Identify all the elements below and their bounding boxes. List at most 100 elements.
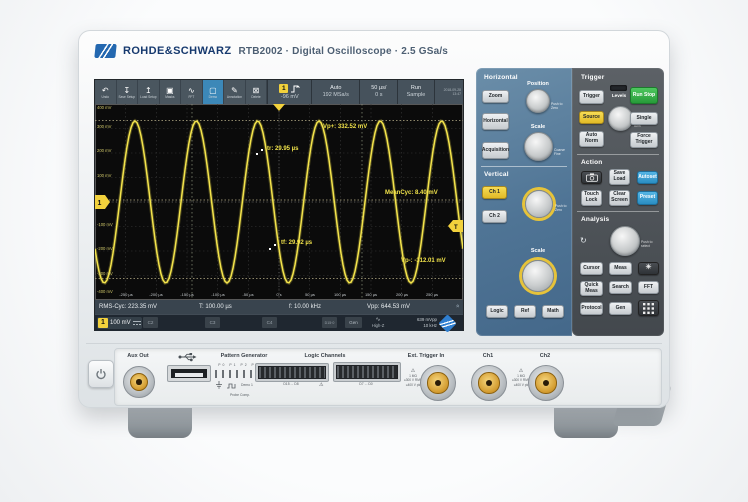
search-key[interactable]: Search [609, 281, 632, 294]
generator-mode: ∿ High-Z [367, 317, 389, 329]
x-axis-label: 50 µs [305, 292, 315, 297]
trigger-levels-label: Levels [611, 93, 627, 98]
delete-label: Delete [251, 94, 261, 99]
preset-key[interactable]: Preset [637, 191, 658, 205]
generator-tab[interactable]: Gen [345, 317, 362, 328]
save-setup-label: Save Setup [118, 94, 136, 99]
load-setup-icon[interactable]: ↥ Load Setup [138, 80, 160, 104]
trigger-position-marker[interactable] [273, 104, 285, 111]
delete-icon[interactable]: ⊠ Delete [245, 80, 268, 104]
cursor-key[interactable]: Cursor [580, 262, 603, 275]
acquisition-status-cell[interactable]: Auto 192 MSa/s [311, 80, 359, 104]
channel1-scale: 100 mV [110, 320, 131, 326]
horizontal-menu-key[interactable]: Horizontal [482, 113, 509, 130]
undo-label: Undo [101, 94, 110, 99]
trigger-menu-key[interactable]: Trigger [579, 90, 604, 104]
aux-out-label: Aux Out [127, 353, 149, 359]
channel1-badge: 1 [279, 84, 289, 93]
demo-glyph: ▢ [209, 85, 217, 95]
channel4-tab[interactable]: C4 [262, 317, 277, 328]
channel1-key[interactable]: Ch 1 [482, 186, 507, 199]
channel1-marker-label: 1 [98, 200, 102, 207]
annotation-rise-time: tr: 29.95 µs [267, 146, 299, 152]
square-wave-icon [227, 383, 236, 389]
intensity-key[interactable]: ☀ [638, 262, 659, 275]
d7-d0-label: D7 ... D0 [359, 382, 373, 386]
masks-icon[interactable]: ▣ Masks [159, 80, 182, 104]
zoom-key[interactable]: Zoom [482, 90, 509, 103]
vertical-scale-knob[interactable] [522, 260, 554, 292]
annotation-icon[interactable]: ✎ Annotation [224, 80, 246, 104]
channel1-tab[interactable]: 1 100 mV [97, 317, 142, 329]
auto-norm-key[interactable]: Auto Norm [579, 131, 604, 147]
ext-trigger-label: Ext. Trigger In [407, 353, 445, 359]
annotation-mean-cyc: MeanCyc: 8.40 mV [385, 190, 438, 196]
channel2-key[interactable]: Ch 2 [482, 210, 507, 223]
delete-glyph: ⊠ [252, 85, 260, 95]
channel3-tab[interactable]: C3 [205, 317, 220, 328]
timebase-status-cell[interactable]: 50 µs/ 0 s [359, 80, 397, 104]
y-axis-label: -400 mV [97, 289, 113, 294]
vertical-offset-knob[interactable] [525, 190, 553, 218]
touch-lock-key[interactable]: Touch Lock [581, 190, 602, 206]
logic-channels-tab[interactable]: D15·0 [322, 317, 337, 328]
trigger-source-key[interactable]: Source [579, 111, 604, 124]
horizontal-position-knob[interactable] [526, 89, 550, 113]
ref-key[interactable]: Ref [514, 305, 536, 318]
trigger-section-title: Trigger [581, 74, 605, 81]
measure-cursor-mark [261, 149, 263, 151]
save-load-key[interactable]: Save Load [609, 169, 630, 185]
navigation-knob[interactable] [610, 226, 640, 256]
acquisition-key[interactable]: Acquisition [482, 142, 509, 159]
undo-icon[interactable]: ↶ Undo [95, 80, 117, 104]
run-stop-key[interactable]: Run Stop [630, 87, 658, 104]
autoset-key[interactable]: Autoset [637, 171, 658, 184]
fft-key[interactable]: FFT [638, 281, 659, 294]
apps-key[interactable] [638, 300, 659, 316]
single-key[interactable]: Single [630, 112, 658, 125]
time-value: 13:47 [452, 92, 461, 96]
logic-key[interactable]: Logic [486, 305, 508, 318]
gen-key[interactable]: Gen [609, 302, 632, 315]
x-axis-label: 0 s [276, 292, 282, 297]
vertical-section-title: Vertical [484, 171, 509, 178]
d15-d8-label: D15 ... D8 [283, 382, 299, 386]
screen-toolbar: ↶ Undo ↧ Save Setup ↥ Load Setup ▣ Masks… [95, 80, 463, 104]
clear-screen-key[interactable]: Clear Screen [609, 190, 630, 206]
run-status-cell[interactable]: Run Sample [397, 80, 433, 104]
y-axis-label: 400 mV [97, 105, 112, 110]
waveform-graticule: 1 T 400 mV 300 mV 200 mV 100 mV -100 mV … [95, 104, 463, 300]
horizontal-scale-knob[interactable] [524, 132, 553, 161]
acq-mode-value: Sample [406, 92, 426, 98]
channel2-tab[interactable]: C2 [143, 317, 158, 328]
save-setup-icon[interactable]: ↧ Save Setup [116, 80, 139, 104]
protocol-key[interactable]: Protocol [580, 302, 603, 315]
math-key[interactable]: Math [542, 305, 564, 318]
demo-icon[interactable]: ▢ Demo [202, 80, 225, 104]
dc-coupling-icon [132, 321, 141, 325]
trigger-slope-icon [291, 84, 301, 92]
screenshot-key[interactable] [581, 171, 602, 184]
x-axis-label: -100 µs [211, 292, 225, 297]
gray-control-panel: Trigger Trigger Source Auto Norm Levels … [572, 68, 664, 336]
meas-key[interactable]: Meas [609, 262, 632, 275]
quick-meas-key[interactable]: Quick Meas [580, 281, 603, 296]
y-axis-label: 300 mV [97, 124, 112, 129]
rohde-schwarz-logo-icon [94, 44, 117, 58]
section-divider [577, 211, 659, 212]
fft-glyph: ∿ [188, 85, 195, 95]
load-setup-label: Load Setup [140, 94, 157, 99]
ext-trigger-connector [420, 365, 456, 401]
collapse-results-icon[interactable]: » [455, 304, 461, 307]
connector-strip: Aux Out Pattern Generator P0 P1 P2 P3 De… [114, 348, 662, 406]
fft-icon[interactable]: ∿ FFT [181, 80, 203, 104]
force-trigger-key[interactable]: Force Trigger [630, 132, 658, 148]
vertical-offset-caption: Push to Zero [555, 204, 567, 213]
power-button[interactable] [88, 360, 114, 388]
trigger-led-indicator [610, 85, 627, 91]
rotate-arrow-icon: ↻ [580, 236, 587, 245]
power-icon [96, 369, 106, 380]
trigger-status-cell[interactable]: 1 -96 mV [267, 80, 311, 104]
load-setup-glyph: ↥ [144, 85, 152, 95]
measurement-results-bar: RMS-Cyc: 223.35 mV T: 100.00 µs f: 10.00… [95, 300, 463, 314]
